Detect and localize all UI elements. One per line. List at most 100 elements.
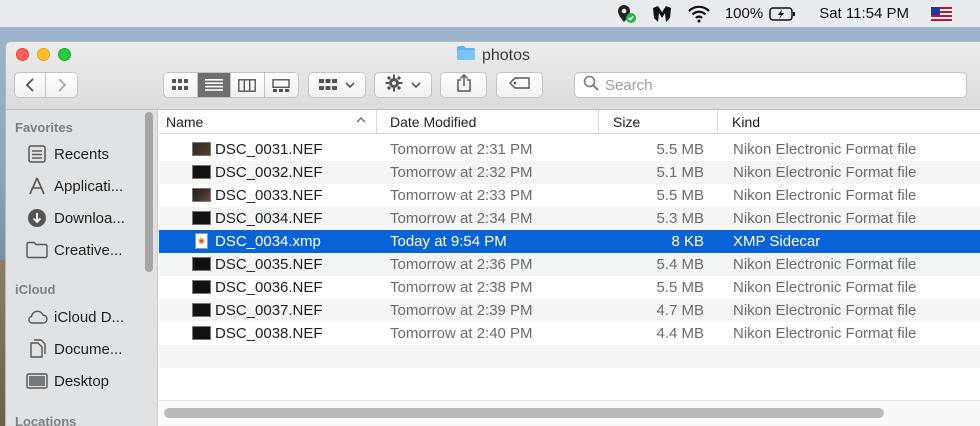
file-name: DSC_0031.NEF [215,141,323,158]
sidebar-item-label: Desktop [54,372,110,390]
sidebar-item-label: Recents [54,145,110,163]
cloud-icon [25,306,49,328]
file-row[interactable]: DSC_0036.NEF Tomorrow at 2:38 PM 5.5 MB … [159,276,980,299]
view-mode-buttons [163,72,299,98]
file-size: 5.3 MB [656,210,704,227]
file-date-modified: Tomorrow at 2:32 PM [390,164,533,181]
file-kind: Nikon Electronic Format file [733,187,917,204]
window-title-text: photos [481,46,531,64]
file-kind: Nikon Electronic Format file [733,141,917,158]
file-date-modified: Tomorrow at 2:39 PM [390,302,533,319]
nef-file-icon [192,326,211,340]
file-kind: Nikon Electronic Format file [733,325,917,342]
file-kind: XMP Sidecar [733,233,821,250]
sort-ascending-icon [356,114,366,126]
horizontal-scrollbar[interactable] [164,408,884,418]
file-size: 5.5 MB [656,141,704,158]
wifi-icon[interactable] [687,0,711,27]
sidebar-item-applications[interactable]: Applicati... [25,171,143,201]
column-header: Name Date Modified Size Kind [159,110,980,134]
nef-file-icon [192,280,211,294]
sidebar-item-label: Docume... [54,340,123,358]
nef-file-icon [192,257,211,271]
file-kind: Nikon Electronic Format file [733,164,917,181]
icon-view-button[interactable] [164,73,198,97]
column-header-label: Size [613,114,641,130]
forward-button[interactable] [46,73,77,97]
sidebar-item-label: Downloa... [54,209,125,227]
sidebar-item-recents[interactable]: Recents [25,139,143,169]
file-name: DSC_0034.NEF [215,210,323,227]
file-kind: Nikon Electronic Format file [733,279,917,296]
file-row[interactable]: DSC_0034.NEF Tomorrow at 2:34 PM 5.3 MB … [159,207,980,230]
nef-file-icon [192,142,211,156]
column-header-label: Date Modified [390,114,477,130]
file-size: 5.5 MB [656,187,704,204]
nef-file-icon [192,188,211,202]
xmp-file-icon [195,233,208,249]
file-size: 4.7 MB [656,302,704,319]
search-field[interactable] [574,72,967,98]
finder-window: photos Search Favorites Recents Applicat… [5,41,980,426]
column-header-size[interactable]: Size [599,110,718,134]
sidebar-item-icloud-drive[interactable]: iCloud D... [25,302,143,332]
applications-icon [25,175,49,197]
action-menu-button[interactable] [374,72,432,98]
file-row[interactable]: DSC_0037.NEF Tomorrow at 2:39 PM 4.7 MB … [159,299,980,322]
column-header-kind[interactable]: Kind [718,110,980,134]
column-header-name[interactable]: Name [159,110,377,134]
file-list: Name Date Modified Size Kind DSC_0031.NE… [159,110,980,426]
file-row[interactable]: DSC_0033.NEF Tomorrow at 2:33 PM 5.5 MB … [159,184,980,207]
sidebar-item-label: Creative... [54,241,123,259]
sidebar-item-creative[interactable]: Creative... [25,235,143,265]
malwarebytes-icon[interactable] [651,0,673,27]
sidebar-item-desktop[interactable]: Desktop [25,366,143,396]
tags-button[interactable] [496,72,543,98]
file-row[interactable]: DSC_0035.NEF Tomorrow at 2:36 PM 5.4 MB … [159,253,980,276]
menu-bar: 100% Sat 11:54 PM [0,0,980,27]
file-row[interactable]: DSC_0031.NEF Tomorrow at 2:31 PM 5.5 MB … [159,138,980,161]
column-header-label: Kind [732,114,761,130]
file-kind: Nikon Electronic Format file [733,210,917,227]
file-size: 5.4 MB [656,256,704,273]
search-input[interactable] [605,76,945,94]
file-size: 5.5 MB [656,279,704,296]
column-header-date-modified[interactable]: Date Modified [377,110,599,134]
file-date-modified: Tomorrow at 2:40 PM [390,325,533,342]
search-icon [583,75,599,96]
file-date-modified: Tomorrow at 2:34 PM [390,210,533,227]
battery-icon[interactable] [769,0,797,27]
tag-icon [508,76,531,94]
file-row[interactable]: DSC_0038.NEF Tomorrow at 2:40 PM 4.4 MB … [159,322,980,345]
window-title: photos [6,45,980,66]
column-header-label: Name [166,114,204,130]
sidebar-header-favorites: Favorites [15,120,73,135]
back-button[interactable] [15,73,47,97]
file-row-selected[interactable]: DSC_0034.xmp Today at 9:54 PM 8 KB XMP S… [159,230,980,253]
downloads-icon [25,207,49,229]
share-button[interactable] [440,72,487,98]
empty-row [159,345,980,368]
sidebar-scrollbar[interactable] [145,112,153,272]
sidebar-item-downloads[interactable]: Downloa... [25,203,143,233]
file-name: DSC_0034.xmp [215,233,321,250]
file-date-modified: Today at 9:54 PM [390,233,507,250]
sidebar: Favorites Recents Applicati... Downloa..… [6,110,158,426]
sidebar-item-label: Applicati... [54,177,124,195]
sidebar-item-documents[interactable]: Docume... [25,334,143,364]
us-flag-icon[interactable] [931,0,952,27]
group-by-button[interactable] [308,72,366,98]
file-name: DSC_0032.NEF [215,164,323,181]
battery-percent[interactable]: 100% [725,0,763,27]
file-size: 5.1 MB [656,164,704,181]
clock[interactable]: Sat 11:54 PM [819,0,909,27]
column-view-button[interactable] [231,73,265,97]
location-status-icon[interactable] [615,0,637,27]
gallery-view-button[interactable] [265,73,298,97]
list-view-button[interactable] [197,73,231,97]
file-row[interactable]: DSC_0032.NEF Tomorrow at 2:32 PM 5.1 MB … [159,161,980,184]
file-kind: Nikon Electronic Format file [733,302,917,319]
sidebar-header-locations: Locations [15,414,77,426]
navigation-buttons [14,72,78,98]
file-name: DSC_0038.NEF [215,325,323,342]
